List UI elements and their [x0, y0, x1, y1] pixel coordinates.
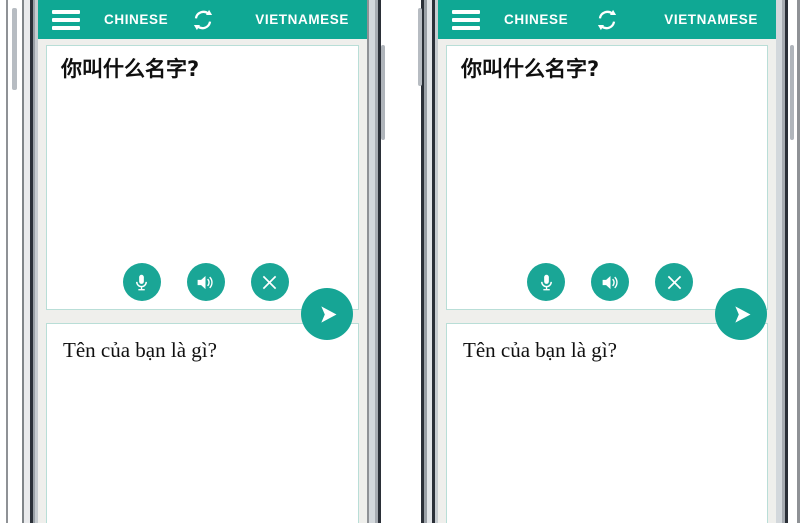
- source-text-panel[interactable]: 你叫什么名字?: [446, 45, 768, 310]
- microphone-button[interactable]: [122, 263, 161, 301]
- swap-languages-icon[interactable]: [594, 7, 620, 33]
- microphone-icon: [136, 274, 147, 290]
- app-header-bar: CHINESE VIETNAMESE: [38, 0, 367, 39]
- send-arrow-icon: [320, 305, 336, 323]
- app-header-bar: CHINESE VIETNAMESE: [438, 0, 776, 39]
- target-text: Tên của bạn là gì?: [463, 338, 617, 362]
- power-button[interactable]: [790, 45, 794, 140]
- hamburger-menu-icon[interactable]: [452, 9, 480, 30]
- send-translate-button[interactable]: [715, 288, 767, 340]
- source-language-label[interactable]: CHINESE: [504, 12, 568, 27]
- source-language-label[interactable]: CHINESE: [104, 12, 168, 27]
- translation-panes: 你叫什么名字? Tên của bạn là gì?: [38, 39, 367, 523]
- swap-languages-icon[interactable]: [190, 7, 216, 33]
- close-x-icon: [667, 275, 681, 289]
- source-text: 你叫什么名字?: [461, 57, 600, 81]
- source-text-panel[interactable]: 你叫什么名字?: [46, 45, 359, 310]
- target-language-label[interactable]: VIETNAMESE: [664, 12, 758, 27]
- phone-right: CHINESE VIETNAMESE 你叫什么名字? Tên của bạn l…: [418, 0, 800, 523]
- phone-right-screen: CHINESE VIETNAMESE 你叫什么名字? Tên của bạn l…: [438, 0, 776, 523]
- microphone-icon: [540, 274, 552, 290]
- source-text: 你叫什么名字?: [61, 57, 200, 81]
- power-button[interactable]: [381, 45, 385, 140]
- clear-button[interactable]: [250, 263, 289, 301]
- clear-button[interactable]: [655, 263, 693, 301]
- target-text-panel[interactable]: Tên của bạn là gì?: [446, 323, 768, 523]
- phone-left-screen: CHINESE VIETNAMESE 你叫什么名字? Tên của bạn l…: [38, 0, 367, 523]
- phones-gap: [386, 0, 418, 523]
- volume-button[interactable]: [12, 8, 17, 90]
- target-language-label[interactable]: VIETNAMESE: [255, 12, 349, 27]
- close-x-icon: [262, 275, 277, 289]
- phone-left: CHINESE VIETNAMESE 你叫什么名字? Tên của bạn l…: [0, 0, 386, 523]
- speak-button[interactable]: [591, 263, 629, 301]
- speak-button[interactable]: [186, 263, 225, 301]
- send-translate-button[interactable]: [301, 288, 353, 340]
- volume-button[interactable]: [418, 8, 422, 86]
- target-text-panel[interactable]: Tên của bạn là gì?: [46, 323, 359, 523]
- screenshot-stage: CHINESE VIETNAMESE 你叫什么名字? Tên của bạn l…: [0, 0, 800, 523]
- translation-panes: 你叫什么名字? Tên của bạn là gì?: [438, 39, 776, 523]
- microphone-button[interactable]: [527, 263, 565, 301]
- speaker-icon: [197, 275, 213, 289]
- source-action-buttons: [447, 263, 767, 301]
- hamburger-menu-icon[interactable]: [52, 9, 80, 30]
- send-arrow-icon: [734, 305, 750, 323]
- speaker-icon: [602, 275, 618, 289]
